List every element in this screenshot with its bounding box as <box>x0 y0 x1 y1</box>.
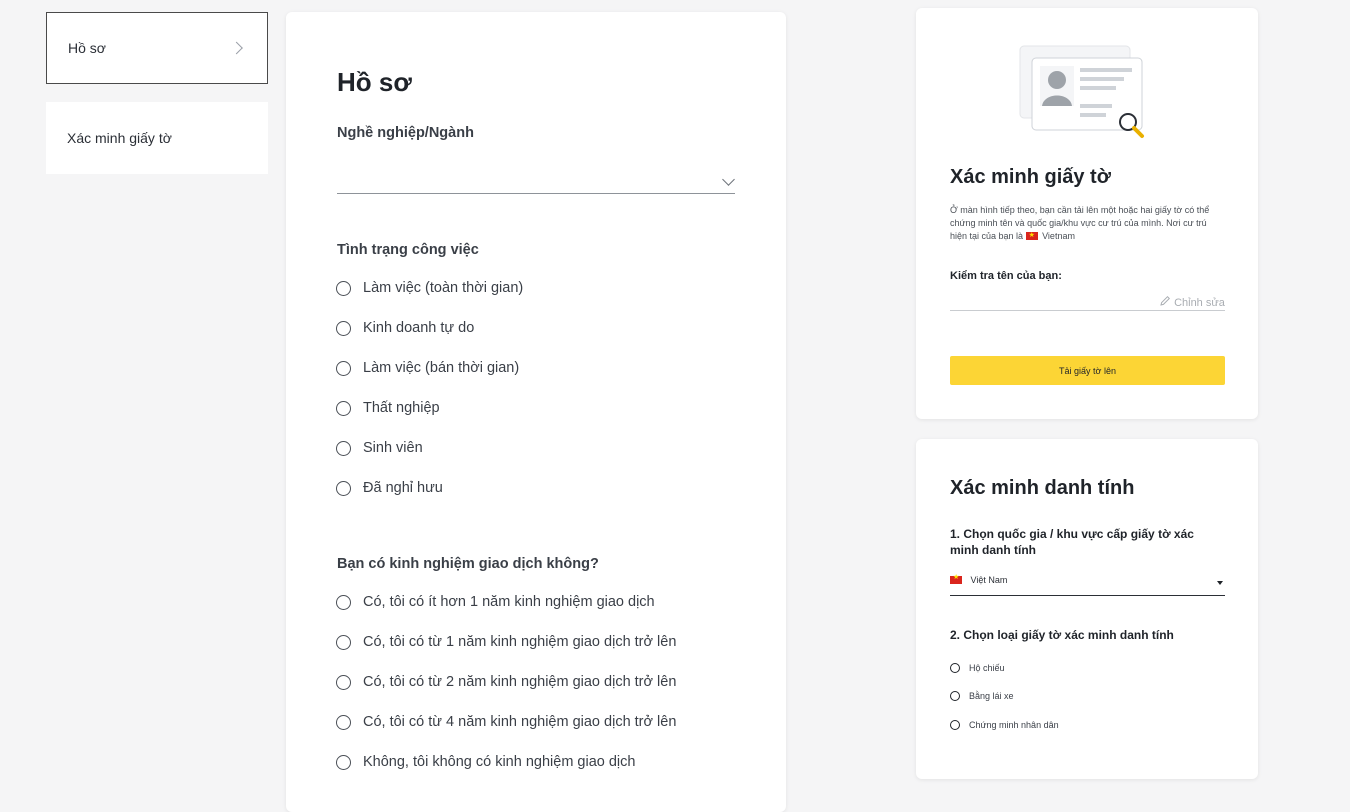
occupation-label: Nghề nghiệp/Ngành <box>337 125 474 141</box>
profile-form-card: Hồ sơ Nghề nghiệp/Ngành Tình trạng công … <box>286 12 786 812</box>
radio-label: Thất nghiệp <box>363 400 440 416</box>
identity-verification-card: Xác minh danh tính 1. Chọn quốc gia / kh… <box>916 439 1258 779</box>
residence-country: Vietnam <box>1042 231 1075 241</box>
sidebar-item-label: Hồ sơ <box>68 40 106 56</box>
radio-employment-part-time[interactable]: Làm việc (bán thời gian) <box>336 360 519 376</box>
upload-document-button[interactable]: Tải giấy tờ lên <box>950 356 1225 385</box>
chevron-right-icon <box>230 41 243 55</box>
document-verification-title: Xác minh giấy tờ <box>950 166 1111 188</box>
identity-verification-title: Xác minh danh tính <box>950 477 1135 499</box>
radio-experience-less-1-year[interactable]: Có, tôi có ít hơn 1 năm kinh nghiệm giao… <box>336 594 655 610</box>
radio-circle-icon <box>950 663 960 673</box>
radio-employment-self-employed[interactable]: Kinh doanh tự do <box>336 320 474 336</box>
radio-label: Làm việc (toàn thời gian) <box>363 280 524 296</box>
sidebar-item-label: Xác minh giấy tờ <box>67 130 172 146</box>
occupation-select[interactable] <box>337 193 735 194</box>
vietnam-flag-icon <box>950 573 962 584</box>
radio-label: Hộ chiếu <box>969 663 1005 673</box>
radio-circle-icon <box>336 280 351 296</box>
id-card-illustration-icon <box>1019 45 1144 138</box>
name-check-label: Kiểm tra tên của bạn: <box>950 270 1062 282</box>
chevron-down-icon[interactable] <box>722 173 735 186</box>
radio-circle-icon <box>336 440 351 456</box>
sidebar-item-document-verification[interactable]: Xác minh giấy tờ <box>46 102 268 174</box>
radio-doc-passport[interactable]: Hộ chiếu <box>950 663 1005 673</box>
caret-down-icon <box>1217 581 1223 585</box>
radio-label: Có, tôi có từ 4 năm kinh nghiệm giao dịc… <box>363 714 677 730</box>
radio-circle-icon <box>336 400 351 416</box>
radio-experience-4-years[interactable]: Có, tôi có từ 4 năm kinh nghiệm giao dịc… <box>336 714 676 730</box>
radio-doc-driver-license[interactable]: Bằng lái xe <box>950 691 1014 701</box>
radio-doc-national-id[interactable]: Chứng minh nhân dân <box>950 720 1059 730</box>
edit-label: Chỉnh sửa <box>1174 297 1225 309</box>
radio-experience-2-years[interactable]: Có, tôi có từ 2 năm kinh nghiệm giao dịc… <box>336 674 676 690</box>
sidebar-item-profile[interactable]: Hồ sơ <box>46 12 268 84</box>
radio-circle-icon <box>950 691 960 701</box>
radio-circle-icon <box>336 594 351 610</box>
radio-circle-icon <box>336 480 351 496</box>
radio-employment-student[interactable]: Sinh viên <box>336 440 423 456</box>
step1-label: 1. Chọn quốc gia / khu vực cấp giấy tờ x… <box>950 527 1194 557</box>
name-field[interactable] <box>950 310 1225 311</box>
radio-circle-icon <box>336 714 351 730</box>
radio-label: Chứng minh nhân dân <box>969 720 1059 730</box>
radio-circle-icon <box>336 360 351 376</box>
radio-label: Kinh doanh tự do <box>363 320 475 336</box>
description-text: Ở màn hình tiếp theo, bạn cần tải lên mộ… <box>950 205 1210 241</box>
radio-label: Sinh viên <box>363 440 423 456</box>
radio-employment-unemployed[interactable]: Thất nghiệp <box>336 400 440 416</box>
radio-label: Làm việc (bán thời gian) <box>363 360 520 376</box>
radio-label: Có, tôi có từ 2 năm kinh nghiệm giao dịc… <box>363 674 677 690</box>
radio-circle-icon <box>950 720 960 730</box>
employment-status-label: Tình trạng công việc <box>337 242 479 258</box>
page-title: Hồ sơ <box>337 67 412 97</box>
document-verification-card: Xác minh giấy tờ Ở màn hình tiếp theo, b… <box>916 8 1258 419</box>
radio-label: Bằng lái xe <box>969 691 1014 701</box>
radio-experience-none[interactable]: Không, tôi không có kinh nghiệm giao dịc… <box>336 754 635 770</box>
radio-employment-full-time[interactable]: Làm việc (toàn thời gian) <box>336 280 523 296</box>
edit-name-link[interactable]: Chỉnh sửa <box>1159 295 1225 309</box>
radio-circle-icon <box>336 320 351 336</box>
vietnam-flag-icon <box>1025 229 1038 242</box>
radio-label: Không, tôi không có kinh nghiệm giao dịc… <box>363 754 636 770</box>
radio-circle-icon <box>336 674 351 690</box>
radio-circle-icon <box>336 634 351 650</box>
radio-label: Có, tôi có từ 1 năm kinh nghiệm giao dịc… <box>363 634 677 650</box>
document-verification-description: Ở màn hình tiếp theo, bạn cần tải lên mộ… <box>950 204 1225 243</box>
radio-employment-retired[interactable]: Đã nghỉ hưu <box>336 480 443 496</box>
trading-experience-label: Bạn có kinh nghiệm giao dịch không? <box>337 556 599 572</box>
radio-label: Đã nghỉ hưu <box>363 480 443 496</box>
radio-experience-1-year[interactable]: Có, tôi có từ 1 năm kinh nghiệm giao dịc… <box>336 634 676 650</box>
country-selected-value: Việt Nam <box>970 575 1008 585</box>
country-select[interactable]: Việt Nam <box>950 573 1225 596</box>
pencil-icon <box>1160 295 1171 306</box>
radio-circle-icon <box>336 754 351 770</box>
radio-label: Có, tôi có ít hơn 1 năm kinh nghiệm giao… <box>363 594 655 610</box>
step2-label: 2. Chọn loại giấy tờ xác minh danh tính <box>950 628 1174 642</box>
